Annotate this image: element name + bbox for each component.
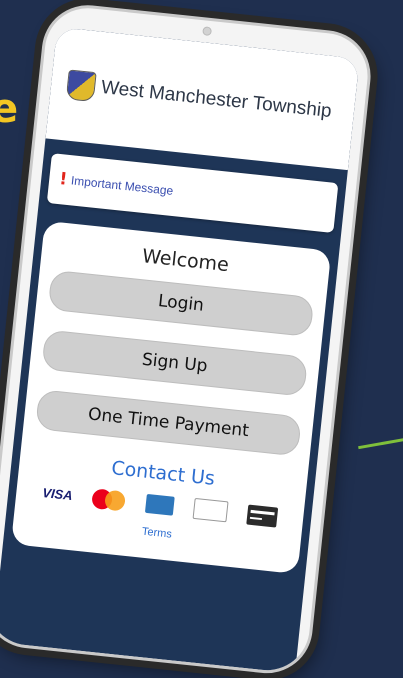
- phone-frame: West Manchester Township ! Important Mes…: [0, 0, 376, 678]
- visa-icon: VISA: [41, 485, 74, 504]
- amex-icon: [145, 493, 175, 516]
- exclamation-icon: !: [58, 169, 69, 190]
- mastercard-icon: [91, 487, 127, 512]
- one-time-payment-button[interactable]: One Time Payment: [35, 389, 302, 457]
- green-accent-line-right: [358, 437, 403, 450]
- important-message-banner[interactable]: ! Important Message: [46, 153, 339, 233]
- phone-side-button: [13, 202, 29, 293]
- camera-icon: [202, 26, 213, 37]
- site-title: West Manchester Township: [100, 76, 333, 123]
- important-message-link[interactable]: Important Message: [70, 173, 174, 198]
- card-icon: [246, 504, 279, 528]
- app-screen: West Manchester Township ! Important Mes…: [0, 26, 360, 674]
- phone-side-button: [27, 97, 40, 155]
- signup-button[interactable]: Sign Up: [41, 329, 309, 397]
- app-header: West Manchester Township: [45, 26, 360, 171]
- discover-icon: [192, 497, 229, 523]
- background-partial-letter: e: [0, 86, 19, 132]
- township-crest-icon: [65, 69, 97, 103]
- welcome-card: Welcome Login Sign Up One Time Payment C…: [10, 220, 332, 575]
